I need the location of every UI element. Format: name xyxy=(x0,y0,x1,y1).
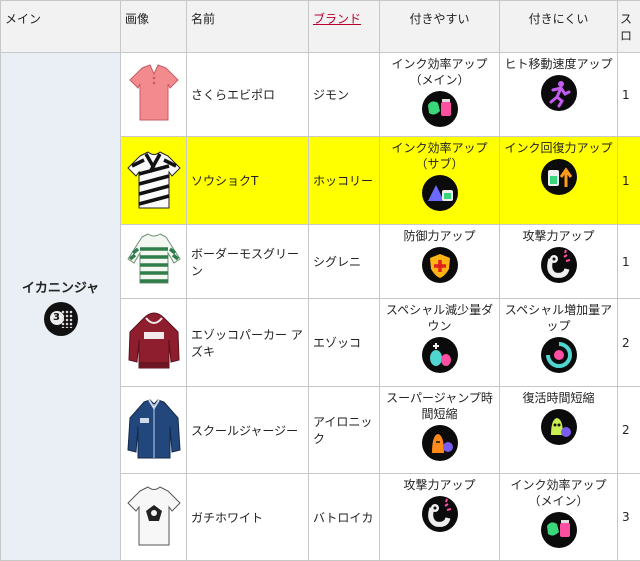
special-charge-up-icon[interactable] xyxy=(541,337,577,373)
header-unlikely[interactable]: 付きにくい xyxy=(500,1,618,53)
quick-respawn-icon[interactable] xyxy=(541,409,577,445)
gear-image-cell xyxy=(121,137,187,225)
damage-up-icon[interactable] xyxy=(422,496,458,532)
maroon-hoodie-icon[interactable] xyxy=(124,306,184,376)
gear-name[interactable]: ソウショクT xyxy=(187,137,309,225)
slot-count: 1 xyxy=(618,53,640,137)
likely-ability-cell: スペシャル減少量ダウン xyxy=(380,299,500,387)
likely-ability-name[interactable]: 攻撃力アップ xyxy=(380,477,499,493)
likely-ability-cell: インク効率アップ（メイン） xyxy=(380,53,500,137)
ninja-squid-icon[interactable]: 3 xyxy=(44,302,78,336)
pink-polo-shirt-icon[interactable] xyxy=(124,58,184,128)
ink-saver-sub-icon[interactable] xyxy=(422,175,458,211)
likely-ability-name[interactable]: スーパージャンプ時間短縮 xyxy=(380,390,499,422)
gear-name[interactable]: エゾッコパーカー アズキ xyxy=(187,299,309,387)
gear-name[interactable]: スクールジャージー xyxy=(187,387,309,474)
green-striped-sweater-icon[interactable] xyxy=(124,225,184,295)
header-likely[interactable]: 付きやすい xyxy=(380,1,500,53)
gear-image-cell xyxy=(121,53,187,137)
unlikely-ability-cell: インク回復力アップ xyxy=(500,137,618,225)
table-row: イカニンジャ 3 さくらエビポロ ジモン インク効率アップ（メイン） xyxy=(1,53,640,137)
gear-brand[interactable]: ジモン xyxy=(309,53,380,137)
header-slots[interactable]: スロ xyxy=(618,1,640,53)
slot-count: 1 xyxy=(618,137,640,225)
likely-ability-cell: インク効率アップ（サブ） xyxy=(380,137,500,225)
main-ability-cell: イカニンジャ 3 xyxy=(1,53,121,561)
likely-ability-cell: スーパージャンプ時間短縮 xyxy=(380,387,500,474)
unlikely-ability-cell: 復活時間短縮 xyxy=(500,387,618,474)
defense-up-icon[interactable] xyxy=(422,247,458,283)
slot-count: 1 xyxy=(618,225,640,299)
special-saver-icon[interactable] xyxy=(422,337,458,373)
gear-brand[interactable]: シグレニ xyxy=(309,225,380,299)
header-brand-link[interactable]: ブランド xyxy=(313,12,361,26)
damage-up-icon[interactable] xyxy=(541,247,577,283)
gear-image-cell xyxy=(121,387,187,474)
unlikely-ability-name[interactable]: 復活時間短縮 xyxy=(500,390,617,406)
header-row: メイン 画像 名前 ブランド 付きやすい 付きにくい スロ xyxy=(1,1,640,53)
likely-ability-name[interactable]: インク効率アップ（サブ） xyxy=(380,140,499,172)
main-ability-name[interactable]: イカニンジャ xyxy=(1,277,120,296)
quick-super-jump-icon[interactable] xyxy=(422,425,458,461)
gear-brand[interactable]: バトロイカ xyxy=(309,474,380,561)
unlikely-ability-cell: ヒト移動速度アップ xyxy=(500,53,618,137)
slot-count: 2 xyxy=(618,387,640,474)
gear-image-cell xyxy=(121,225,187,299)
header-main[interactable]: メイン xyxy=(1,1,121,53)
header-name[interactable]: 名前 xyxy=(187,1,309,53)
unlikely-ability-cell: 攻撃力アップ xyxy=(500,225,618,299)
unlikely-ability-name[interactable]: インク回復力アップ xyxy=(500,140,617,156)
ink-saver-main-icon[interactable] xyxy=(541,512,577,548)
gear-image-cell xyxy=(121,299,187,387)
navy-jersey-icon[interactable] xyxy=(124,394,184,464)
unlikely-ability-name[interactable]: 攻撃力アップ xyxy=(500,228,617,244)
unlikely-ability-cell: スペシャル増加量アップ xyxy=(500,299,618,387)
gear-brand[interactable]: エゾッコ xyxy=(309,299,380,387)
gear-image-cell xyxy=(121,474,187,561)
unlikely-ability-cell: インク効率アップ（メイン） xyxy=(500,474,618,561)
likely-ability-name[interactable]: インク効率アップ（メイン） xyxy=(380,56,499,88)
white-battle-tee-icon[interactable] xyxy=(124,481,184,551)
unlikely-ability-name[interactable]: ヒト移動速度アップ xyxy=(500,56,617,72)
slot-count: 2 xyxy=(618,299,640,387)
ink-recovery-up-icon[interactable] xyxy=(541,159,577,195)
header-brand[interactable]: ブランド xyxy=(309,1,380,53)
gear-brand[interactable]: アイロニック xyxy=(309,387,380,474)
gear-name[interactable]: ガチホワイト xyxy=(187,474,309,561)
ink-saver-main-icon[interactable] xyxy=(422,91,458,127)
gear-brand[interactable]: ホッコリー xyxy=(309,137,380,225)
gear-table: メイン 画像 名前 ブランド 付きやすい 付きにくい スロ イカニンジャ 3 xyxy=(0,0,640,561)
header-image[interactable]: 画像 xyxy=(121,1,187,53)
gear-name[interactable]: ボーダーモスグリーン xyxy=(187,225,309,299)
unlikely-ability-name[interactable]: スペシャル増加量アップ xyxy=(500,302,617,334)
gear-name[interactable]: さくらエビポロ xyxy=(187,53,309,137)
run-speed-up-icon[interactable] xyxy=(541,75,577,111)
likely-ability-cell: 防御力アップ xyxy=(380,225,500,299)
squid-dots-shape xyxy=(61,310,73,328)
unlikely-ability-name[interactable]: インク効率アップ（メイン） xyxy=(500,477,617,509)
likely-ability-cell: 攻撃力アップ xyxy=(380,474,500,561)
zebra-tee-icon[interactable] xyxy=(124,144,184,214)
slot-count: 3 xyxy=(618,474,640,561)
likely-ability-name[interactable]: 防御力アップ xyxy=(380,228,499,244)
likely-ability-name[interactable]: スペシャル減少量ダウン xyxy=(380,302,499,334)
